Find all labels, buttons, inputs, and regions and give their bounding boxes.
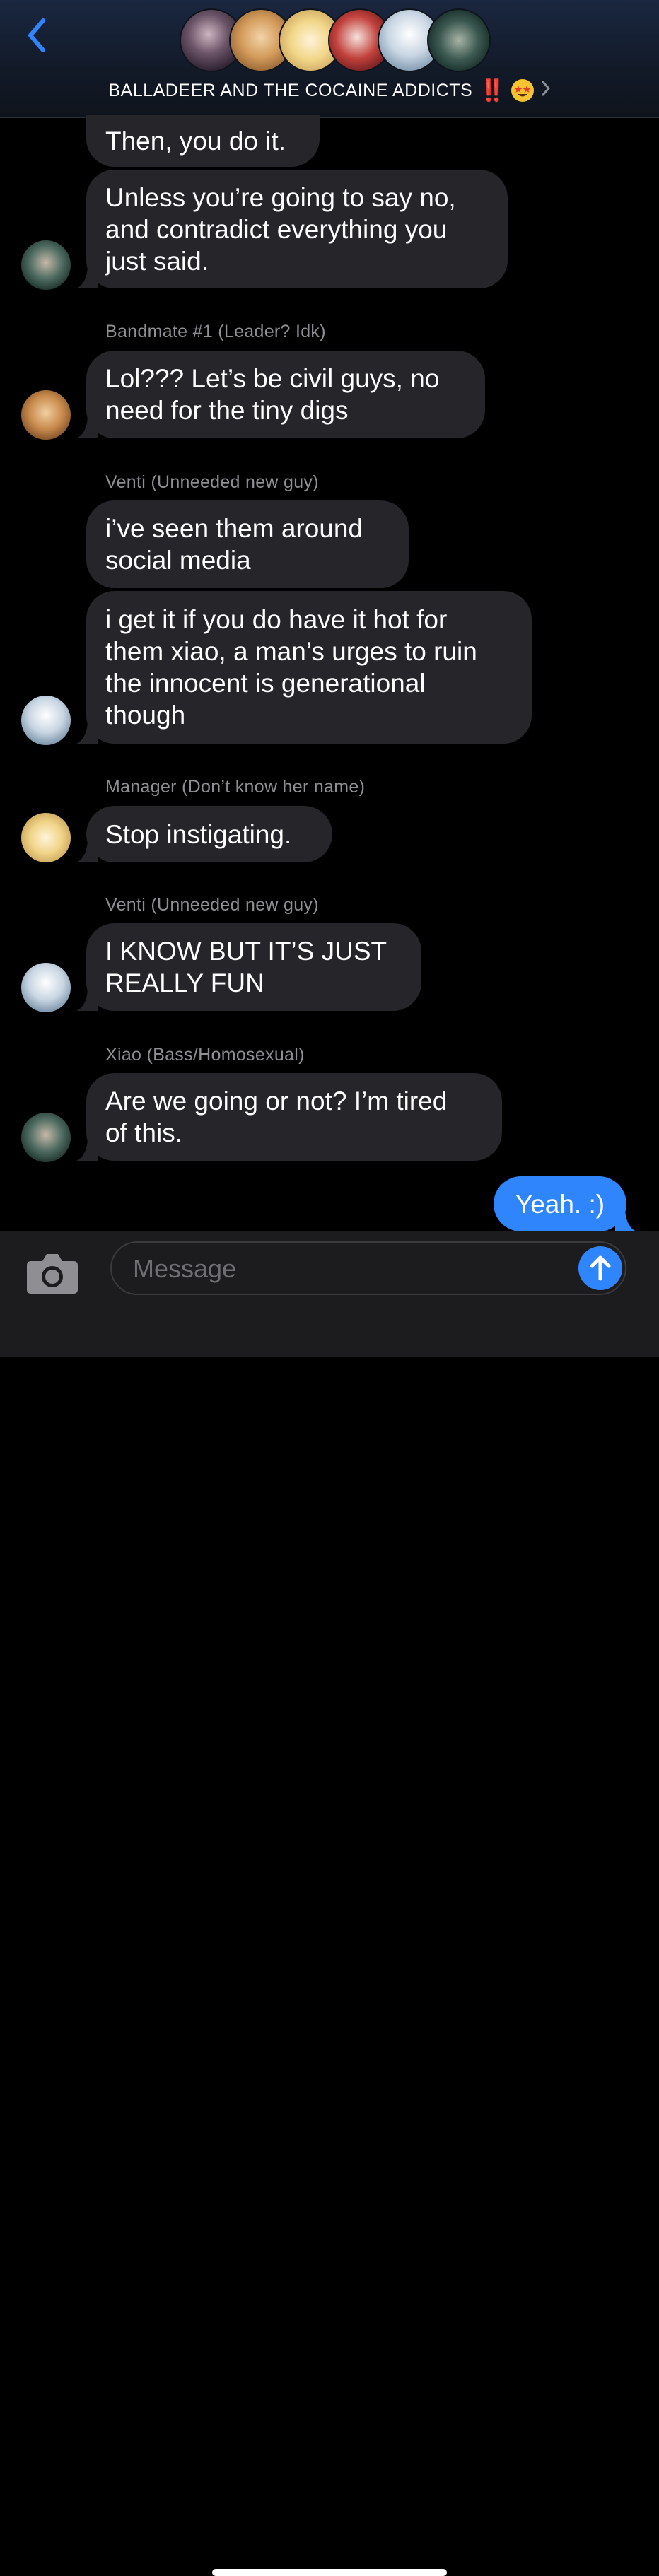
sender-name: Xiao (Bass/Homosexual) [105, 1045, 305, 1065]
message-bubble[interactable]: I KNOW BUT IT’S JUST REALLY FUN [86, 923, 421, 1011]
bubble-tail [615, 1210, 636, 1231]
sender-name: Bandmate #1 (Leader? Idk) [105, 322, 326, 341]
compose-bar [0, 1231, 659, 2576]
sender-avatar[interactable] [21, 963, 71, 1012]
chevron-right-icon [541, 79, 551, 102]
sender-avatar[interactable] [21, 696, 71, 745]
camera-icon [27, 1254, 78, 1294]
sender-name: Manager (Don’t know her name) [105, 777, 366, 797]
message-input[interactable] [132, 1250, 544, 1288]
send-button[interactable] [578, 1246, 622, 1290]
message-bubble[interactable]: Are we going or not? I’m tired of this. [86, 1073, 502, 1161]
message-bubble[interactable]: i get it if you do have it hot for them … [86, 591, 532, 744]
sender-avatar[interactable] [21, 390, 71, 440]
camera-button[interactable] [25, 1251, 79, 1295]
group-title: BALLADEER AND THE COCAINE ADDICTS [108, 80, 473, 100]
bubble-tail [76, 1140, 98, 1161]
star-struck-emoji [511, 79, 534, 102]
bubble-tail [76, 417, 98, 438]
conversation-header: BALLADEER AND THE COCAINE ADDICTS ‼️ [0, 0, 659, 118]
double-exclamation-mark: ‼️ [479, 78, 506, 103]
bubble-tail [76, 267, 98, 288]
home-indicator[interactable] [212, 2569, 447, 2576]
bubble-tail [76, 841, 98, 862]
message-bubble[interactable]: Stop instigating. [86, 806, 332, 862]
sender-name: Venti (Unneeded new guy) [105, 472, 319, 492]
message-bubble[interactable]: i’ve seen them around social media [86, 500, 409, 588]
sender-avatar[interactable] [21, 813, 71, 862]
chevron-left-icon [28, 18, 45, 52]
message-bubble[interactable]: Lol??? Let’s be civil guys, no need for … [86, 351, 485, 438]
back-button[interactable] [21, 16, 52, 55]
arrow-up-icon [590, 1255, 611, 1281]
group-avatars[interactable] [180, 8, 491, 72]
message-bubble[interactable]: Unless you’re going to say no, and contr… [86, 170, 508, 288]
sender-avatar[interactable] [21, 1113, 71, 1162]
sender-avatar[interactable] [21, 240, 71, 290]
bubble-tail [76, 722, 98, 744]
bubble-tail [76, 990, 98, 1011]
sender-name: Venti (Unneeded new guy) [105, 895, 319, 915]
sent-message-bubble[interactable]: Yeah. :) [494, 1176, 626, 1231]
group-title-button[interactable]: BALLADEER AND THE COCAINE ADDICTS ‼️ [0, 76, 659, 105]
message-bubble[interactable]: Then, you do it. [86, 115, 320, 167]
message-field [110, 1241, 626, 1295]
member-avatar [427, 8, 491, 72]
